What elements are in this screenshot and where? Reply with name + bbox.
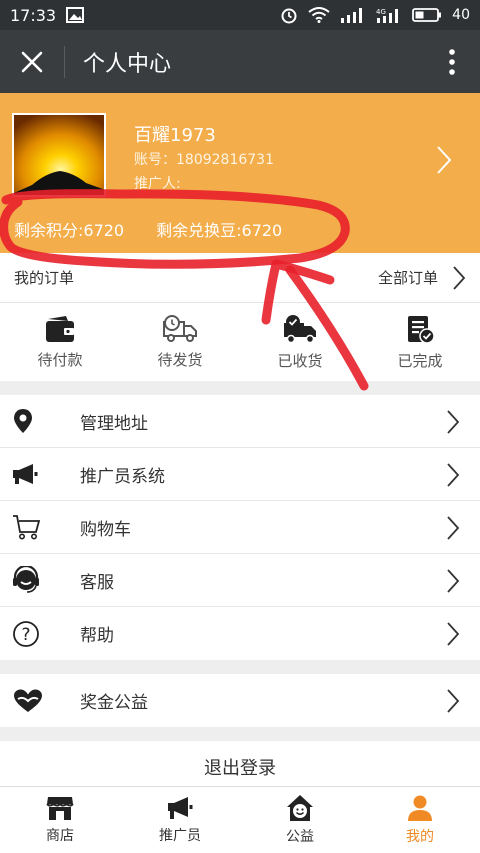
user-name: 百耀1973 bbox=[134, 125, 216, 146]
delivery-clock-icon bbox=[163, 314, 197, 342]
smile-house-icon bbox=[287, 795, 313, 821]
order-label: 已完成 bbox=[397, 351, 443, 370]
user-promoter: 推广人: bbox=[134, 176, 181, 192]
beans-balance: 剩余兑换豆:6720 bbox=[156, 221, 283, 240]
charity-list: 奖金公益 bbox=[0, 674, 480, 727]
tab-store[interactable]: 商店 bbox=[0, 787, 120, 853]
truck-check-icon bbox=[284, 314, 316, 343]
alarm-icon bbox=[280, 6, 298, 24]
tab-charity[interactable]: 公益 bbox=[240, 787, 360, 853]
menu-item-label: 帮助 bbox=[80, 626, 114, 646]
menu-item-address[interactable]: 管理地址 bbox=[0, 395, 480, 448]
status-bar: 17:33 4G 40 bbox=[0, 0, 480, 30]
menu-item-label: 客服 bbox=[80, 572, 114, 593]
menu-item-help[interactable]: ? 帮助 bbox=[0, 607, 480, 660]
menu-item-charity[interactable]: 奖金公益 bbox=[0, 674, 480, 727]
svg-text:?: ? bbox=[21, 625, 30, 645]
headset-icon bbox=[0, 566, 80, 594]
close-button[interactable] bbox=[0, 30, 64, 93]
title-bar: 个人中心 bbox=[0, 30, 480, 93]
title-divider bbox=[64, 45, 65, 78]
cart-icon bbox=[0, 514, 80, 540]
menu-item-customer-service[interactable]: 客服 bbox=[0, 554, 480, 607]
svg-text:4G: 4G bbox=[376, 8, 386, 16]
person-icon bbox=[408, 795, 432, 821]
order-received[interactable]: 已收货 bbox=[240, 303, 360, 381]
more-vertical-icon bbox=[449, 48, 455, 75]
chevron-right-icon bbox=[446, 515, 460, 545]
chevron-right-icon bbox=[446, 688, 460, 718]
clipboard-check-icon bbox=[408, 315, 435, 344]
order-label: 待付款 bbox=[37, 350, 83, 369]
signal-icon bbox=[340, 7, 366, 23]
tab-label: 推广员 bbox=[159, 828, 201, 844]
megaphone-icon bbox=[168, 797, 193, 819]
tab-label: 我的 bbox=[406, 829, 434, 845]
orders-header: 我的订单 全部订单 bbox=[0, 253, 480, 303]
chevron-right-icon bbox=[446, 568, 460, 598]
menu-item-label: 奖金公益 bbox=[80, 693, 148, 713]
menu-item-label: 管理地址 bbox=[80, 413, 148, 434]
wallet-icon bbox=[46, 315, 74, 342]
all-orders-link[interactable]: 全部订单 bbox=[378, 265, 466, 291]
avatar[interactable] bbox=[12, 113, 106, 197]
store-icon bbox=[46, 797, 74, 820]
tab-mine[interactable]: 我的 bbox=[360, 787, 480, 853]
order-label: 待发货 bbox=[157, 350, 203, 369]
user-account: 账号：18092816731 bbox=[134, 152, 274, 168]
menu-item-promoter-system[interactable]: 推广员系统 bbox=[0, 448, 480, 501]
wifi-icon bbox=[308, 7, 330, 23]
chevron-right-icon bbox=[436, 145, 452, 179]
menu-item-cart[interactable]: 购物车 bbox=[0, 501, 480, 554]
more-button[interactable] bbox=[424, 30, 480, 93]
megaphone-icon bbox=[0, 463, 80, 485]
points-balance: 剩余积分:6720 bbox=[14, 221, 125, 240]
order-completed[interactable]: 已完成 bbox=[360, 303, 480, 381]
gallery-icon bbox=[66, 7, 85, 23]
all-orders-label: 全部订单 bbox=[377, 269, 438, 287]
section-gap bbox=[0, 727, 480, 741]
menu-item-label: 推广员系统 bbox=[80, 466, 165, 487]
close-icon bbox=[21, 51, 43, 72]
tab-label: 商店 bbox=[46, 828, 74, 844]
chevron-right-icon bbox=[446, 409, 460, 439]
signal-4g-icon: 4G bbox=[376, 7, 402, 23]
heart-hands-icon bbox=[0, 688, 80, 714]
battery-icon bbox=[412, 7, 442, 23]
menu-item-label: 购物车 bbox=[80, 519, 131, 540]
orders-title: 我的订单 bbox=[14, 269, 75, 287]
tab-label: 公益 bbox=[286, 829, 314, 845]
profile-card[interactable]: 百耀1973 账号：18092816731 推广人: 剩余积分:6720 剩余兑… bbox=[0, 93, 480, 253]
chevron-right-icon bbox=[446, 621, 460, 651]
tab-promoter[interactable]: 推广员 bbox=[120, 787, 240, 853]
location-pin-icon bbox=[0, 408, 80, 434]
order-pending-payment[interactable]: 待付款 bbox=[0, 303, 120, 381]
menu-list: 管理地址 推广员系统 购物车 客服 ? 帮助 bbox=[0, 395, 480, 660]
order-label: 已收货 bbox=[277, 351, 323, 370]
section-gap bbox=[0, 660, 480, 674]
section-gap bbox=[0, 381, 480, 395]
chevron-right-icon bbox=[453, 265, 466, 290]
page-title: 个人中心 bbox=[83, 51, 172, 77]
chevron-right-icon bbox=[446, 462, 460, 492]
bottom-tab-bar: 商店 推广员 公益 我的 bbox=[0, 786, 480, 853]
order-status-bar: 待付款 待发货 已收货 已完成 bbox=[0, 303, 480, 381]
status-time: 17:33 bbox=[10, 5, 57, 25]
help-icon: ? bbox=[0, 620, 80, 648]
battery-level: 40 bbox=[452, 7, 470, 23]
balances: 剩余积分:6720 剩余兑换豆:6720 bbox=[14, 217, 282, 241]
order-pending-shipment[interactable]: 待发货 bbox=[120, 303, 240, 381]
